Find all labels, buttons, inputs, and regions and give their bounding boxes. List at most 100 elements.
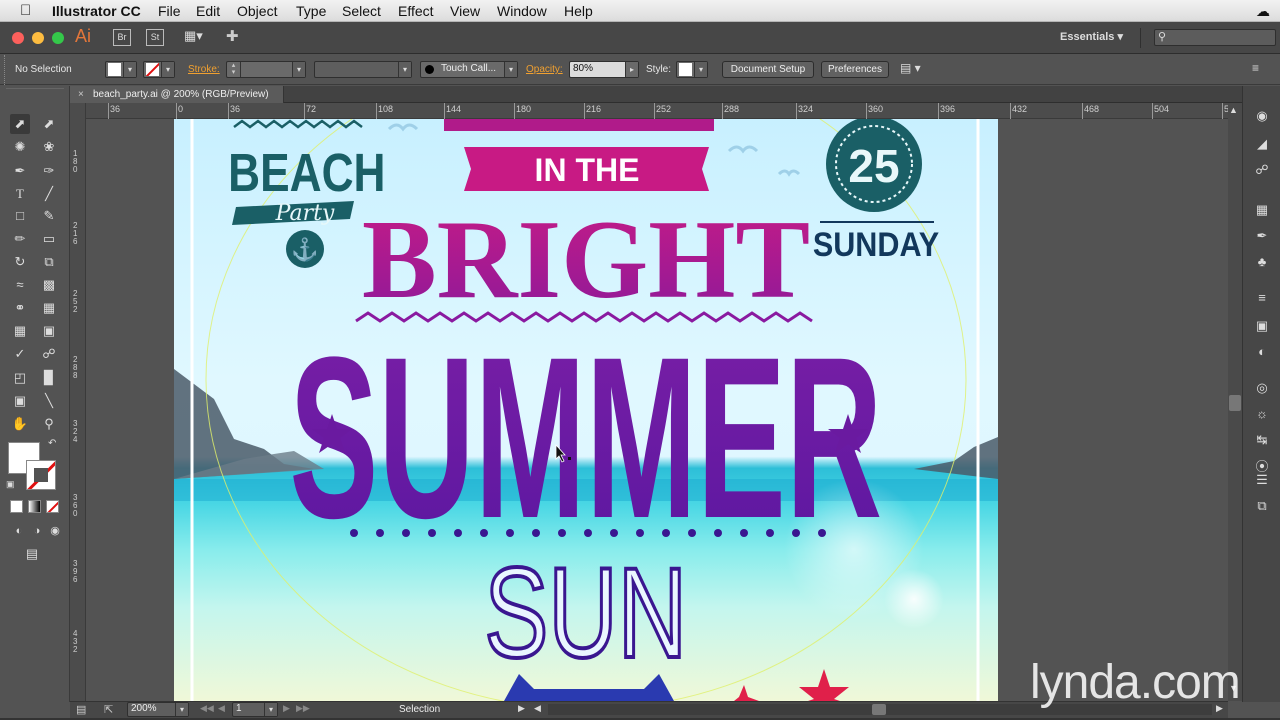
gradient-tool-icon[interactable]: ▣ <box>39 321 59 341</box>
transparency-panel-icon[interactable]: ◐ <box>1251 344 1273 362</box>
stroke-color-dropdown[interactable]: ▾ <box>143 61 175 78</box>
minimize-window-button[interactable] <box>32 32 44 44</box>
lasso-tool-icon[interactable]: ❀ <box>39 137 59 157</box>
line-segment-tool-icon[interactable]: ╱ <box>39 184 59 204</box>
apple-icon[interactable]:  <box>20 2 31 20</box>
gpu-performance-icon[interactable]: ✚ <box>226 27 248 47</box>
swatches-icon[interactable]: ▦ <box>1251 202 1273 220</box>
menu-type[interactable]: Type <box>296 2 326 20</box>
color-guide-icon[interactable]: ◢ <box>1251 136 1273 154</box>
bridge-button[interactable]: Br <box>113 29 131 46</box>
variable-width-profile-dropdown[interactable]: ▾ <box>314 61 412 78</box>
document-setup-button[interactable]: Document Setup <box>722 61 814 78</box>
pencil-tool-icon[interactable]: ✏ <box>10 229 30 249</box>
arrange-align-icon[interactable]: ▤ ▾ <box>900 61 921 75</box>
paintbrush-tool-icon[interactable]: ✎ <box>39 206 59 226</box>
color-panel-icon[interactable]: ◉ <box>1251 108 1273 126</box>
selection-tool-icon[interactable]: ⬈ <box>10 114 30 134</box>
cc-libraries-icon[interactable]: ☍ <box>1251 162 1273 180</box>
share-icon[interactable]: ▤ <box>76 703 86 716</box>
pen-tool-icon[interactable]: ✒ <box>10 161 30 181</box>
document-tab[interactable]: × beach_party.ai @ 200% (RGB/Preview) <box>70 86 284 103</box>
arrange-documents-icon[interactable]: ▦▾ <box>184 28 212 46</box>
stroke-panel-icon[interactable]: ≡ <box>1251 290 1273 308</box>
menu-effect[interactable]: Effect <box>398 2 434 20</box>
control-panel-menu-icon[interactable]: ≡ <box>1252 61 1259 75</box>
layers-panel-icon[interactable]: ☰ <box>1251 472 1273 490</box>
horizontal-ruler[interactable]: 36 0 36 72 108 144 180 216 252 288 324 360 396 432 468… <box>86 103 1242 119</box>
gradient-panel-icon[interactable]: ▣ <box>1251 318 1273 336</box>
status-menu-icon[interactable]: ▶ <box>518 703 525 714</box>
perspective-grid-tool-icon[interactable]: ▦ <box>39 298 59 318</box>
fill-color-dropdown[interactable]: ▾ <box>105 61 137 78</box>
graphic-style-dropdown[interactable]: ▾ <box>676 61 708 78</box>
previous-artboard-icon[interactable]: ◀ <box>218 703 225 714</box>
vertical-ruler[interactable]: 180 216 252 288 324 360 396 432 <box>70 103 86 701</box>
column-graph-tool-icon[interactable]: ▉ <box>39 368 59 388</box>
preferences-button[interactable]: Preferences <box>821 61 889 78</box>
scroll-up-icon[interactable]: ▲ <box>1229 105 1238 115</box>
draw-inside-icon[interactable]: ◉ <box>45 521 65 541</box>
rotate-tool-icon[interactable]: ↻ <box>10 252 30 272</box>
scroll-left-icon[interactable]: ◀ <box>534 703 541 714</box>
shape-builder-tool-icon[interactable]: ⚭ <box>10 298 30 318</box>
stepper-icon[interactable]: ▴ ▾ <box>227 62 241 77</box>
mesh-tool-icon[interactable]: ▦ <box>10 321 30 341</box>
menu-help[interactable]: Help <box>564 2 593 20</box>
slice-tool-icon[interactable]: ╲ <box>39 391 59 411</box>
warp-tool-icon[interactable]: ≈ <box>10 275 30 295</box>
color-mode-icon[interactable] <box>10 500 23 513</box>
artboard-tool-icon[interactable]: ▣ <box>10 391 30 411</box>
creative-cloud-icon[interactable]: ☁ <box>1256 2 1270 20</box>
symbols-icon[interactable]: ♣ <box>1251 254 1273 272</box>
artboard-number-dropdown[interactable]: 1 ▾ <box>232 702 278 717</box>
status-mode-label[interactable]: Selection <box>399 704 440 715</box>
stroke-weight-field[interactable]: ▴ ▾ ▾ <box>226 61 306 78</box>
control-bar-grip[interactable] <box>4 55 7 85</box>
menu-edit[interactable]: Edit <box>196 2 220 20</box>
menu-window[interactable]: Window <box>497 2 547 20</box>
menu-view[interactable]: View <box>450 2 480 20</box>
horizontal-scroll-thumb[interactable] <box>872 704 886 715</box>
export-panel-icon[interactable]: ↹ <box>1251 432 1273 450</box>
vertical-scroll-thumb[interactable] <box>1229 395 1241 411</box>
close-tab-icon[interactable]: × <box>78 86 84 103</box>
blend-tool-icon[interactable]: ☍ <box>39 344 59 364</box>
screen-mode-icon[interactable]: ▤ <box>22 544 42 564</box>
canvas[interactable]: BEACH Party ⚓ 25 SUNDAY IN THE BRIGHT SU… <box>86 119 1228 701</box>
graphic-styles-icon[interactable]: ☼ <box>1251 406 1273 424</box>
free-transform-tool-icon[interactable]: ▩ <box>39 275 59 295</box>
rectangle-tool-icon[interactable]: □ <box>10 206 30 226</box>
stroke-color-box[interactable] <box>26 460 56 490</box>
open-icon[interactable]: ⇱ <box>104 703 113 716</box>
stock-button[interactable]: St <box>146 29 164 46</box>
help-search-input[interactable]: ⚲ <box>1154 29 1276 46</box>
appearance-panel-icon[interactable]: ◎ <box>1251 380 1273 398</box>
magic-wand-tool-icon[interactable]: ✺ <box>10 137 30 157</box>
menu-object[interactable]: Object <box>237 2 277 20</box>
eyedropper-tool-icon[interactable]: ✓ <box>10 344 30 364</box>
eraser-tool-icon[interactable]: ▭ <box>39 229 59 249</box>
brush-definition-dropdown[interactable]: Touch Call... ▾ <box>420 61 518 78</box>
menu-file[interactable]: File <box>158 2 181 20</box>
draw-normal-icon[interactable]: ◐ <box>9 521 29 541</box>
zoom-tool-icon[interactable]: ⚲ <box>39 414 59 434</box>
scale-tool-icon[interactable]: ⧉ <box>39 252 59 272</box>
first-artboard-icon[interactable]: ◀◀ <box>200 703 214 714</box>
brushes-icon[interactable]: ✒ <box>1251 228 1273 246</box>
none-mode-icon[interactable] <box>46 500 59 513</box>
stroke-label[interactable]: Stroke: <box>188 64 220 75</box>
last-artboard-icon[interactable]: ▶▶ <box>296 703 310 714</box>
workspace-switcher[interactable]: Essentials ▾ <box>1060 30 1123 43</box>
vertical-scrollbar[interactable]: ▲ ▼ <box>1228 103 1242 701</box>
hand-tool-icon[interactable]: ✋ <box>10 414 30 434</box>
opacity-label[interactable]: Opacity: <box>526 64 563 75</box>
artboard[interactable]: BEACH Party ⚓ 25 SUNDAY IN THE BRIGHT SU… <box>174 119 998 701</box>
zoom-window-button[interactable] <box>52 32 64 44</box>
default-fill-stroke-icon[interactable]: ▣ <box>6 479 15 490</box>
symbol-sprayer-tool-icon[interactable]: ◰ <box>10 368 30 388</box>
gradient-mode-icon[interactable] <box>28 500 41 513</box>
direct-selection-tool-icon[interactable]: ⬈ <box>39 114 59 134</box>
close-window-button[interactable] <box>12 32 24 44</box>
zoom-level-dropdown[interactable]: 200% ▾ <box>127 702 189 717</box>
